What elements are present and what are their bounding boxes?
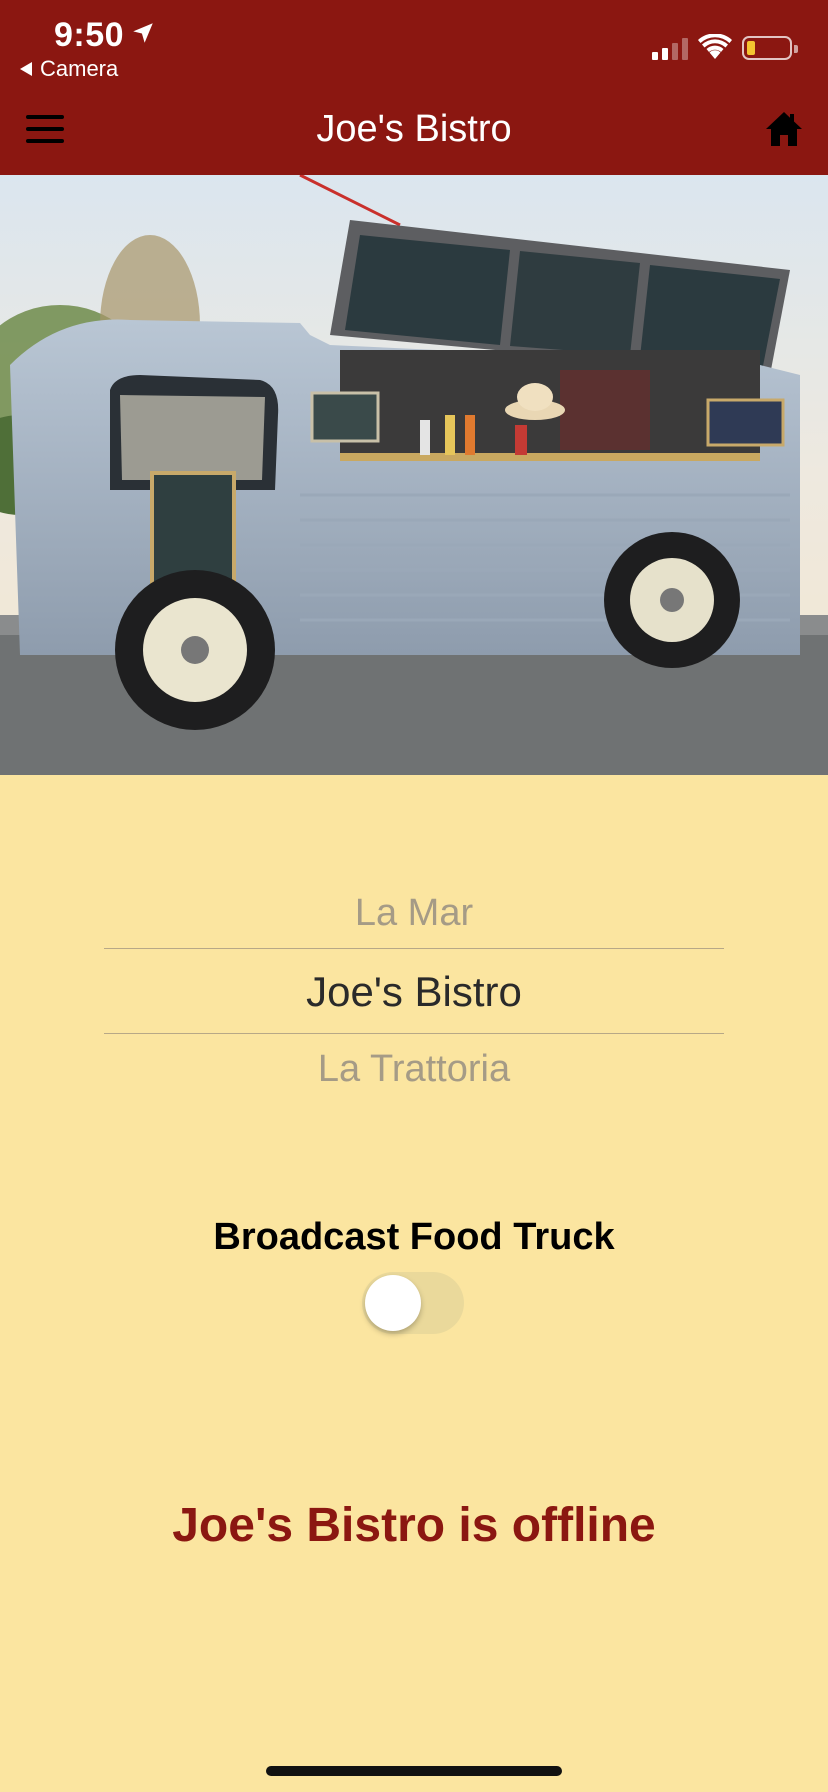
- broadcast-label: Broadcast Food Truck: [213, 1216, 615, 1258]
- offline-status: Joe's Bistro is offline: [172, 1499, 656, 1552]
- picker-option-above[interactable]: La Mar: [104, 892, 724, 935]
- picker-divider-top: [104, 948, 724, 949]
- wifi-icon: [698, 34, 732, 59]
- broadcast-toggle[interactable]: [362, 1272, 464, 1334]
- location-arrow-icon: [133, 23, 153, 43]
- status-time: 9:50: [54, 16, 125, 54]
- picker-option-below[interactable]: La Trattoria: [104, 1048, 724, 1091]
- restaurant-picker[interactable]: La Mar Joe's Bistro La Trattoria: [104, 880, 724, 1100]
- page-title: Joe's Bistro: [316, 108, 512, 150]
- home-icon[interactable]: [764, 110, 804, 148]
- app-header: 9:50 Camera Joe's Bistro: [0, 0, 828, 175]
- picker-option-selected[interactable]: Joe's Bistro: [104, 968, 724, 1016]
- food-truck-image: [0, 175, 828, 775]
- cellular-signal-icon: [652, 36, 688, 60]
- picker-divider-bottom: [104, 1033, 724, 1034]
- home-indicator[interactable]: [266, 1766, 562, 1776]
- battery-icon: [742, 36, 798, 60]
- back-triangle-icon: [20, 62, 32, 76]
- back-to-camera[interactable]: Camera: [20, 56, 118, 82]
- toggle-knob: [365, 1275, 421, 1331]
- back-app-label: Camera: [40, 56, 119, 81]
